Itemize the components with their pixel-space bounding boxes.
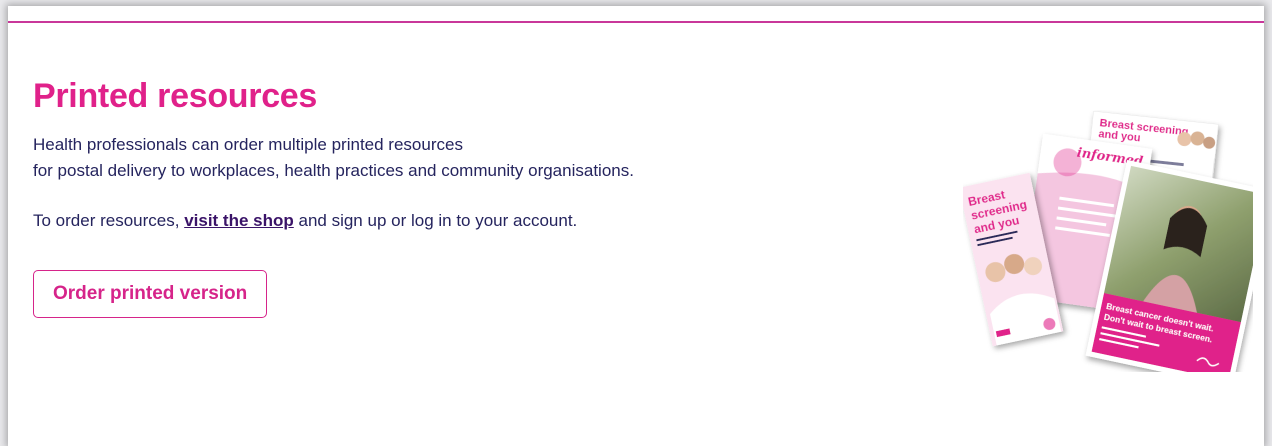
order-suffix: and sign up or log in to your account. — [293, 211, 578, 230]
order-printed-version-button[interactable]: Order printed version — [33, 270, 268, 318]
intro-line-1: Health professionals can order multiple … — [33, 135, 463, 154]
intro-line-2: for postal delivery to workplaces, healt… — [33, 161, 634, 180]
intro-paragraph: Health professionals can order multiple … — [33, 132, 833, 184]
visit-shop-link[interactable]: visit the shop — [184, 211, 294, 230]
printed-resources-section: Printed resources Health professionals c… — [33, 76, 833, 318]
page-panel: Printed resources Health professionals c… — [8, 6, 1264, 446]
section-title: Printed resources — [33, 77, 318, 115]
order-instructions: To order resources, visit the shop and s… — [33, 208, 833, 234]
order-prefix: To order resources, — [33, 211, 185, 230]
top-divider — [8, 21, 1264, 23]
printed-resources-illustration: Breast screening and you informed Breast… — [963, 110, 1253, 372]
